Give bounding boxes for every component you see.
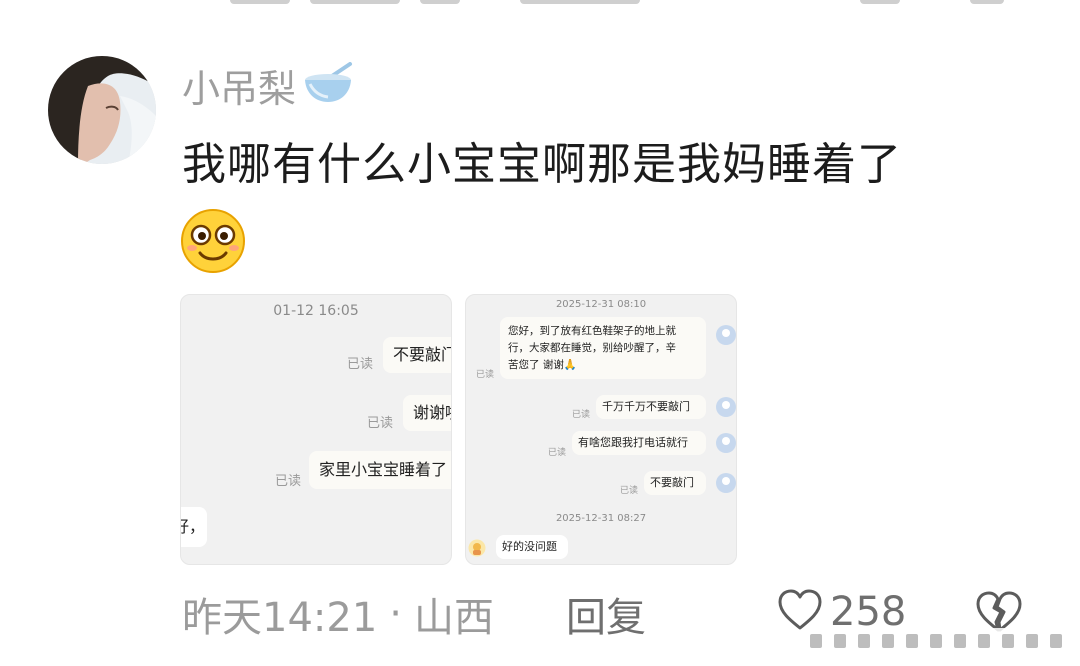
chat-bubble-incoming: 好， <box>181 507 207 547</box>
chat-bubble: 千万千万不要敲门 <box>596 395 706 419</box>
chat-timestamp: 01-12 16:05 <box>273 303 359 319</box>
username[interactable]: 小吊梨 <box>182 62 354 116</box>
chat-bubble: 家里小宝宝睡着了 <box>309 451 451 489</box>
chat-bubble-line: 您好，到了放有红色鞋架子的地上就 <box>508 325 676 337</box>
user-avatar-small <box>716 473 736 493</box>
chat-bubble: 有啥您跟我打电话就行 <box>572 431 706 455</box>
read-status: 已读 <box>367 416 394 431</box>
attached-image-2[interactable]: 2025-12-31 08:10 您好，到了放有红色鞋架子的地上就 行，大家都在… <box>465 294 737 565</box>
comment-text: 我哪有什么小宝宝啊那是我妈睡着了 <box>182 139 902 190</box>
chat-bubble: 不要敲门 <box>383 337 451 373</box>
read-status: 已读 <box>476 370 495 380</box>
comment-location: 山西 <box>414 595 494 641</box>
user-avatar-small <box>716 325 736 345</box>
chat-bubble: 不要敲门 <box>644 471 706 495</box>
chat-bubble-incoming: 好的没问题 <box>496 535 568 559</box>
comment-meta: 昨天14:21 · 山西 <box>182 584 494 644</box>
chat-bubble-long: 您好，到了放有红色鞋架子的地上就 行，大家都在睡觉，别给吵醒了，辛 苦您了 谢谢… <box>500 317 706 379</box>
chat-timestamp: 2025-12-31 08:10 <box>555 299 647 310</box>
user-avatar-small <box>716 397 736 417</box>
chat-bubble-line: 苦您了 谢谢🙏 <box>508 359 577 371</box>
user-avatar[interactable] <box>48 56 156 164</box>
top-cutoff-strip <box>0 0 1080 8</box>
comment-time: 昨天14:21 <box>182 595 378 641</box>
user-avatar-small <box>716 433 736 453</box>
meta-separator: · <box>389 591 402 637</box>
merchant-avatar-icon <box>468 539 486 557</box>
read-status: 已读 <box>275 474 302 489</box>
attached-image-1[interactable]: 01-12 16:05 已读 不要敲门 已读 谢谢啦 已读 家里小宝宝睡着了 好… <box>180 294 452 565</box>
watermark-overlay <box>800 628 1070 654</box>
chat-timestamp: 2025-12-31 08:27 <box>555 513 647 524</box>
read-status: 已读 <box>620 486 639 496</box>
read-status: 已读 <box>347 357 374 372</box>
read-status: 已读 <box>548 448 567 458</box>
reply-button[interactable]: 回复 <box>566 584 646 644</box>
read-status: 已读 <box>572 410 591 420</box>
bowl-icon <box>302 62 354 116</box>
username-text[interactable]: 小吊梨 <box>182 64 296 114</box>
chat-bubble: 谢谢啦 <box>403 395 451 431</box>
chat-bubble-line: 行，大家都在睡觉，别给吵醒了，辛 <box>508 342 676 354</box>
smiley-emoji-icon <box>180 208 246 274</box>
